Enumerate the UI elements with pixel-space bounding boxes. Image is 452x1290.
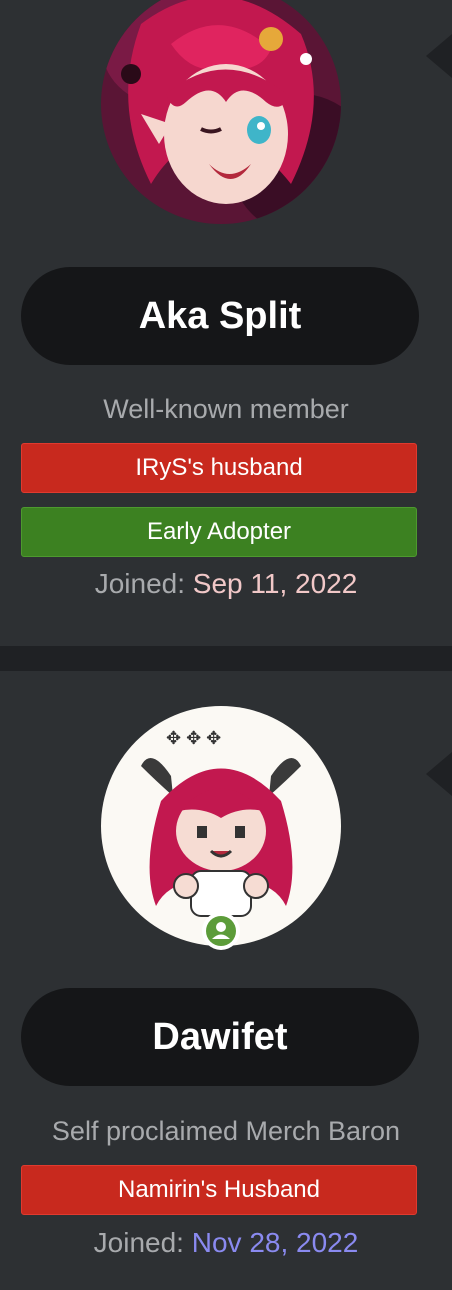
username[interactable]: Aka Split: [21, 267, 419, 365]
user-banner-early-adopter: Early Adopter: [21, 507, 417, 557]
anime-avatar-icon[interactable]: [101, 0, 341, 224]
user-banner-irys-husband: IRyS's husband: [21, 443, 417, 493]
user-title: Self proclaimed Merch Baron: [51, 1116, 401, 1146]
joined-info: Joined: Sep 11, 2022: [0, 568, 452, 600]
joined-label: Joined:: [94, 568, 185, 599]
online-status-icon: [202, 912, 240, 950]
member-card-dawifet: ✥ ✥ ✥ Dawifet Self proclaimed Merch Baro…: [0, 671, 452, 1290]
card-pointer: [426, 34, 452, 78]
card-divider: [0, 646, 452, 671]
user-title: Well-known member: [103, 394, 349, 424]
joined-date[interactable]: Sep 11, 2022: [193, 568, 358, 599]
username[interactable]: Dawifet: [21, 988, 419, 1086]
joined-info: Joined: Nov 28, 2022: [0, 1227, 452, 1259]
user-banner-namirin-husband: Namirin's Husband: [21, 1165, 417, 1215]
joined-label: Joined:: [93, 1227, 184, 1258]
joined-date[interactable]: Nov 28, 2022: [192, 1227, 359, 1258]
member-card-aka-split: Aka Split Well-known member IRyS's husba…: [0, 0, 452, 646]
svg-text:✥ ✥ ✥: ✥ ✥ ✥: [166, 728, 221, 748]
card-pointer: [426, 752, 452, 796]
chibi-avatar-icon[interactable]: ✥ ✥ ✥: [101, 706, 341, 946]
